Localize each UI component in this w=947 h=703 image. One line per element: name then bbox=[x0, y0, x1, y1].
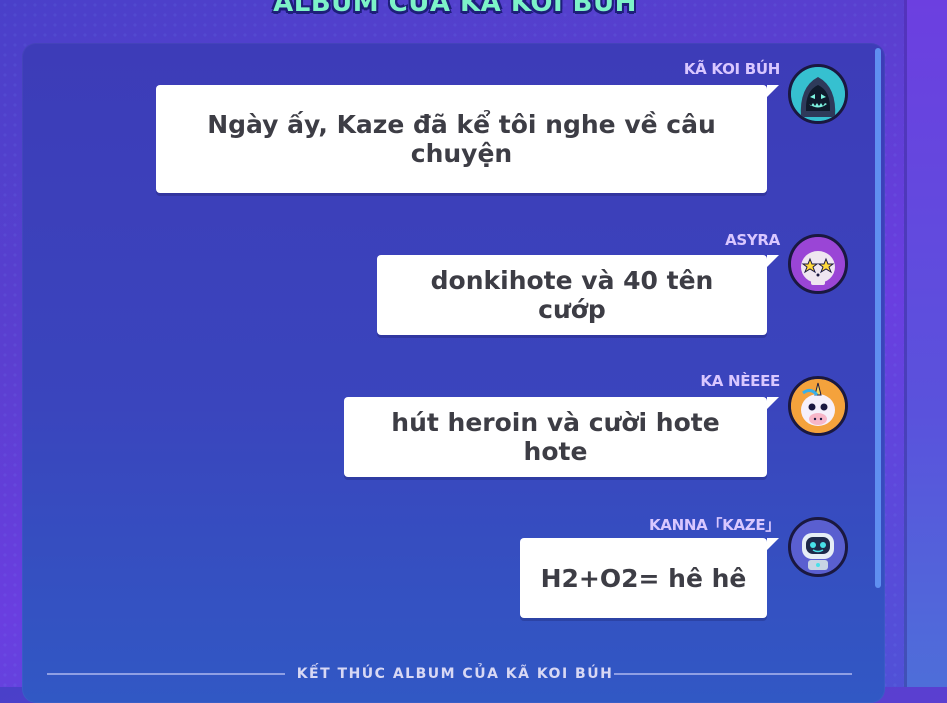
message-bubble: hút heroin và cười hote hote bbox=[344, 397, 779, 477]
unicorn-avatar-icon[interactable] bbox=[788, 376, 848, 436]
message-bubble: Ngày ấy, Kaze đã kể tôi nghe về câu chuy… bbox=[156, 85, 779, 193]
sender-name: KANNA「KAZE」 bbox=[648, 516, 780, 534]
scrollbar[interactable] bbox=[875, 48, 881, 588]
sender-name: ASYRA bbox=[725, 231, 780, 249]
album-title: ALBUM CỦA KÃ KOI BÚH bbox=[273, 0, 637, 18]
message-bubble: donkihote và 40 tên cướp bbox=[377, 255, 779, 335]
star-eyes-skull-avatar-icon[interactable] bbox=[788, 234, 848, 294]
album-end-label: KẾT THÚC ALBUM CỦA KÃ KOI BÚH bbox=[296, 666, 614, 682]
side-strip bbox=[904, 0, 947, 687]
hooded-ghost-avatar-icon[interactable] bbox=[788, 64, 848, 124]
sender-name: KA NÈEEE bbox=[700, 372, 780, 390]
sender-name: KÃ KOI BÚH bbox=[683, 60, 780, 78]
message-bubble: H2+O2= hê hê bbox=[520, 538, 779, 618]
robot-avatar-icon[interactable] bbox=[788, 517, 848, 577]
